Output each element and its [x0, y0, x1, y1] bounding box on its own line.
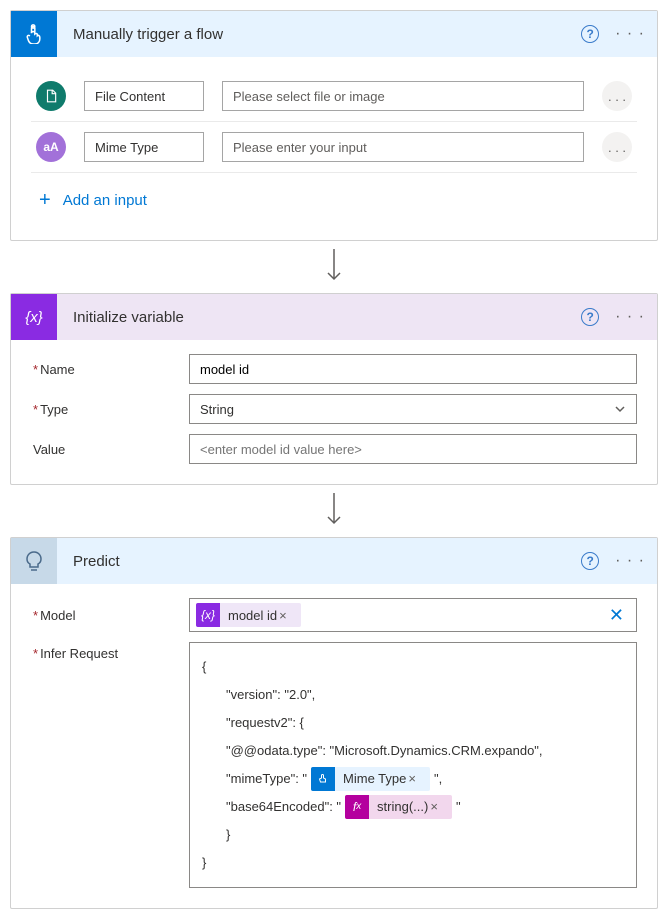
chevron-down-icon: [614, 403, 626, 415]
tap-icon: [311, 767, 335, 791]
file-content-row: File Content Please select file or image…: [31, 71, 637, 122]
name-label: Name: [31, 362, 189, 377]
menu-dots-icon[interactable]: · · ·: [615, 308, 645, 326]
menu-dots-icon[interactable]: · · ·: [615, 25, 645, 43]
name-input[interactable]: [189, 354, 637, 384]
help-icon[interactable]: ?: [581, 25, 599, 43]
predict-icon: [11, 538, 57, 584]
init-variable-card: {x} Initialize variable ? · · · Name Typ…: [10, 293, 658, 485]
clear-icon[interactable]: ✕: [603, 605, 630, 626]
init-variable-title: Initialize variable: [57, 309, 581, 326]
row-menu-icon[interactable]: . . .: [602, 81, 632, 111]
variable-icon: {x}: [196, 603, 220, 627]
predict-header[interactable]: Predict ? · · ·: [11, 538, 657, 584]
model-label: Model: [31, 608, 189, 623]
file-icon: [36, 81, 66, 111]
predict-card: Predict ? · · · Model {x} model id× ✕ In…: [10, 537, 658, 909]
help-icon[interactable]: ?: [581, 308, 599, 326]
variable-icon: {x}: [11, 294, 57, 340]
mime-type-row: aA Mime Type Please enter your input . .…: [31, 122, 637, 173]
add-input-button[interactable]: + Add an input: [31, 173, 637, 220]
text-icon: aA: [36, 132, 66, 162]
mime-type-token[interactable]: Mime Type×: [311, 767, 430, 791]
mime-type-label[interactable]: Mime Type: [84, 132, 204, 162]
infer-request-input[interactable]: { "version": "2.0", "requestv2": { "@@od…: [189, 642, 637, 888]
expression-token[interactable]: fx string(...)×: [345, 795, 452, 819]
arrow-connector: [10, 485, 658, 537]
plus-icon: +: [39, 189, 51, 212]
value-input[interactable]: [189, 434, 637, 464]
trigger-title: Manually trigger a flow: [57, 26, 581, 43]
type-label: Type: [31, 402, 189, 417]
model-id-token[interactable]: {x} model id×: [196, 603, 301, 627]
tap-icon: [11, 11, 57, 57]
init-variable-header[interactable]: {x} Initialize variable ? · · ·: [11, 294, 657, 340]
help-icon[interactable]: ?: [581, 552, 599, 570]
arrow-connector: [10, 241, 658, 293]
mime-type-input[interactable]: Please enter your input: [222, 132, 584, 162]
trigger-header[interactable]: Manually trigger a flow ? · · ·: [11, 11, 657, 57]
remove-token-icon[interactable]: ×: [406, 767, 422, 791]
model-input[interactable]: {x} model id× ✕: [189, 598, 637, 632]
type-select[interactable]: String: [189, 394, 637, 424]
predict-title: Predict: [57, 553, 581, 570]
remove-token-icon[interactable]: ×: [428, 795, 444, 819]
row-menu-icon[interactable]: . . .: [602, 132, 632, 162]
menu-dots-icon[interactable]: · · ·: [615, 552, 645, 570]
file-content-input[interactable]: Please select file or image: [222, 81, 584, 111]
fx-icon: fx: [345, 795, 369, 819]
value-label: Value: [31, 442, 189, 457]
trigger-card: Manually trigger a flow ? · · · File Con…: [10, 10, 658, 241]
remove-token-icon[interactable]: ×: [277, 608, 293, 623]
infer-request-label: Infer Request: [31, 642, 189, 661]
file-content-label[interactable]: File Content: [84, 81, 204, 111]
